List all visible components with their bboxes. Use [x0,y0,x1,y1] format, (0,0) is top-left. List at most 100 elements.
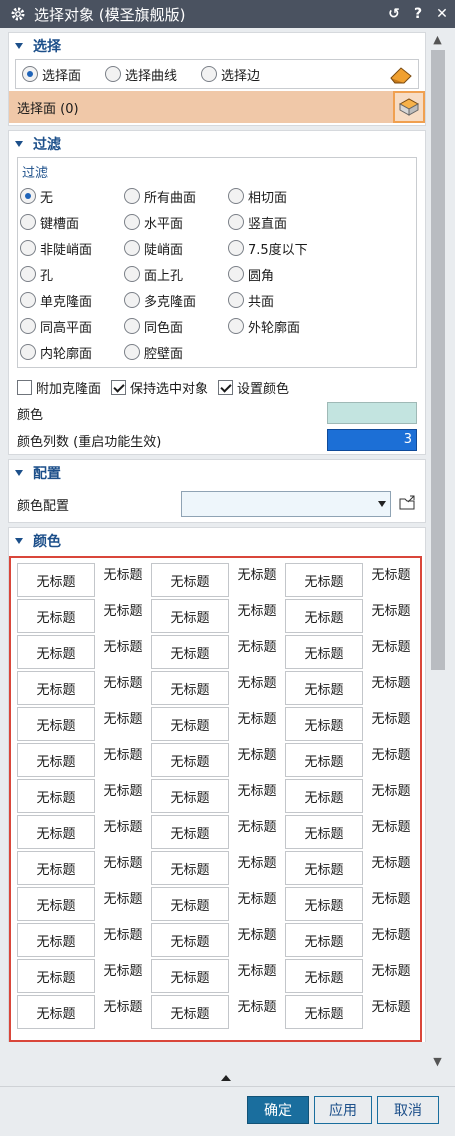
color-swatch[interactable]: 无标题 [285,707,363,741]
filter-radio[interactable]: 多克隆面 [124,287,228,313]
color-swatch[interactable]: 无标题 [285,635,363,669]
color-swatch[interactable]: 无标题 [231,778,283,814]
color-swatch[interactable]: 无标题 [97,922,149,958]
color-swatch[interactable]: 无标题 [285,815,363,849]
color-swatch[interactable]: 无标题 [97,706,149,742]
color-swatch[interactable]: 无标题 [365,742,417,778]
color-config-dropdown[interactable] [181,491,391,517]
color-swatch[interactable]: 无标题 [285,563,363,597]
color-swatch[interactable]: 无标题 [151,707,229,741]
color-swatch[interactable]: 无标题 [97,562,149,598]
ok-button[interactable]: 确定 [247,1096,309,1124]
color-swatch[interactable]: 无标题 [285,851,363,885]
filter-radio[interactable]: 陡峭面 [124,235,228,261]
color-swatch[interactable]: 无标题 [17,995,95,1029]
color-picker-swatch[interactable] [327,402,417,424]
color-swatch[interactable]: 无标题 [231,706,283,742]
color-swatch[interactable]: 无标题 [231,850,283,886]
filter-radio[interactable]: 竖直面 [228,209,332,235]
radio-indicator[interactable] [124,214,140,230]
color-swatch[interactable]: 无标题 [151,815,229,849]
radio-indicator[interactable] [20,318,36,334]
color-swatch[interactable]: 无标题 [151,851,229,885]
color-swatch[interactable]: 无标题 [17,851,95,885]
radio-indicator[interactable] [20,266,36,282]
color-swatch[interactable]: 无标题 [365,886,417,922]
color-swatch[interactable]: 无标题 [231,670,283,706]
gear-icon[interactable] [10,6,26,22]
radio-indicator[interactable] [20,214,36,230]
filter-section-header[interactable]: 过滤 [9,131,425,157]
radio-indicator[interactable] [124,266,140,282]
reset-icon[interactable]: ↺ [387,6,401,22]
colors-section-header[interactable]: 颜色 [9,528,425,554]
radio-indicator[interactable] [124,318,140,334]
open-folder-icon[interactable] [397,492,419,514]
color-swatch[interactable]: 无标题 [151,779,229,813]
color-swatch[interactable]: 无标题 [17,635,95,669]
color-swatch[interactable]: 无标题 [365,778,417,814]
color-swatch[interactable]: 无标题 [151,671,229,705]
radio-indicator[interactable] [228,240,244,256]
radio-select-edge[interactable]: 选择边 [201,65,260,84]
color-columns-input[interactable]: 3 [327,429,417,451]
radio-indicator[interactable] [22,66,38,82]
filter-radio[interactable]: 共面 [228,287,332,313]
color-swatch[interactable]: 无标题 [151,923,229,957]
color-swatch[interactable]: 无标题 [285,923,363,957]
radio-indicator[interactable] [124,292,140,308]
filter-radio[interactable]: 腔壁面 [124,339,228,365]
color-swatch[interactable]: 无标题 [365,562,417,598]
color-swatch[interactable]: 无标题 [17,743,95,777]
filter-radio[interactable]: 圆角 [228,261,332,287]
radio-indicator[interactable] [201,66,218,82]
color-swatch[interactable]: 无标题 [151,959,229,993]
resize-grip-icon[interactable] [221,1075,231,1081]
filter-radio[interactable]: 同高平面 [20,313,124,339]
filter-radio[interactable]: 外轮廓面 [228,313,332,339]
vertical-scrollbar[interactable]: ▲ ▼ [428,30,447,1070]
color-swatch[interactable]: 无标题 [285,743,363,777]
scroll-up-icon[interactable]: ▲ [428,30,447,48]
filter-radio[interactable]: 相切面 [228,183,332,209]
color-swatch[interactable]: 无标题 [17,959,95,993]
color-swatch[interactable]: 无标题 [97,634,149,670]
filter-radio[interactable]: 键槽面 [20,209,124,235]
color-swatch[interactable]: 无标题 [231,562,283,598]
color-swatch[interactable]: 无标题 [231,994,283,1030]
color-swatch[interactable]: 无标题 [231,958,283,994]
radio-indicator[interactable] [228,266,244,282]
color-swatch[interactable]: 无标题 [365,850,417,886]
selection-section-header[interactable]: 选择 [9,33,425,59]
color-swatch[interactable]: 无标题 [285,887,363,921]
radio-indicator[interactable] [228,292,244,308]
color-swatch[interactable]: 无标题 [285,671,363,705]
color-swatch[interactable]: 无标题 [365,958,417,994]
color-swatch[interactable]: 无标题 [151,887,229,921]
color-swatch[interactable]: 无标题 [365,814,417,850]
radio-select-face[interactable]: 选择面 [22,65,81,84]
color-swatch[interactable]: 无标题 [231,922,283,958]
color-swatch[interactable]: 无标题 [97,670,149,706]
color-swatch[interactable]: 无标题 [365,634,417,670]
color-swatch[interactable]: 无标题 [231,598,283,634]
filter-radio[interactable]: 无 [20,183,124,209]
radio-select-curve[interactable]: 选择曲线 [105,65,177,84]
color-swatch[interactable]: 无标题 [151,743,229,777]
checkbox-indicator[interactable] [111,379,127,395]
radio-indicator[interactable] [124,188,140,204]
checkbox-keep-selection[interactable]: 保持选中对象 [111,378,208,397]
radio-indicator[interactable] [20,344,36,360]
radio-indicator[interactable] [228,214,244,230]
radio-indicator[interactable] [20,240,36,256]
color-swatch[interactable]: 无标题 [285,599,363,633]
color-swatch[interactable]: 无标题 [151,599,229,633]
color-swatch[interactable]: 无标题 [285,995,363,1029]
scroll-down-icon[interactable]: ▼ [428,1052,447,1070]
filter-radio[interactable]: 7.5度以下 [228,235,332,261]
color-swatch[interactable]: 无标题 [151,635,229,669]
radio-indicator[interactable] [20,292,36,308]
color-swatch[interactable]: 无标题 [17,887,95,921]
color-swatch[interactable]: 无标题 [97,850,149,886]
color-swatch[interactable]: 无标题 [97,778,149,814]
